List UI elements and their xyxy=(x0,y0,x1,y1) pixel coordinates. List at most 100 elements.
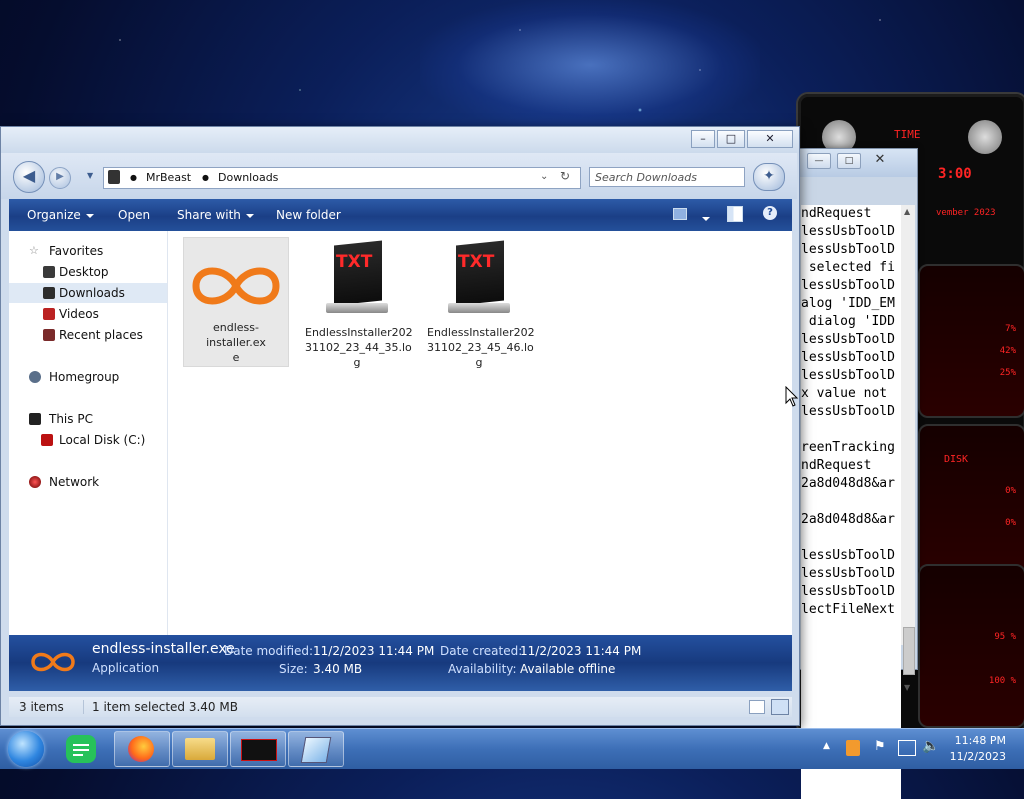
taskbar-firefox[interactable] xyxy=(114,731,170,767)
nav-favorites[interactable]: ☆ Favorites xyxy=(9,241,167,261)
large-icons-view-icon[interactable] xyxy=(771,699,789,715)
desktop-icon xyxy=(43,266,55,278)
disk-value: 0% xyxy=(1005,518,1016,528)
console-text: ndRequest lessUsbToolD lessUsbToolD sele… xyxy=(801,206,895,617)
command-bar: Organize Open Share with New folder ? xyxy=(9,199,792,231)
user-folder-icon xyxy=(108,170,120,184)
clock-date: 11/2/2023 xyxy=(949,750,1006,763)
network-icon xyxy=(29,476,41,488)
nav-local-disk-label: Local Disk (C:) xyxy=(59,433,146,447)
back-arrow-icon[interactable]: ◀ xyxy=(13,161,45,193)
nav-homegroup[interactable]: Homegroup xyxy=(9,367,167,387)
nav-recent-places[interactable]: Recent places xyxy=(9,325,167,345)
notes-app-icon[interactable] xyxy=(66,735,96,763)
nav-this-pc[interactable]: This PC xyxy=(9,409,167,429)
scroll-down-icon[interactable]: ▼ xyxy=(904,683,910,692)
txt-file-icon: TXT xyxy=(322,239,392,325)
console-scrollbar[interactable]: ▲ ▼ xyxy=(901,205,915,692)
refresh-icon[interactable]: ↻ xyxy=(560,169,570,183)
date-created-value: 11/2/2023 11:44 PM xyxy=(520,644,642,658)
minimize-button[interactable]: — xyxy=(807,153,831,169)
date-created-label: Date created: xyxy=(440,644,523,658)
breadcrumb-separator-icon: ● xyxy=(202,173,209,182)
gadget-time-label: TIME xyxy=(894,128,921,141)
chevron-down-icon xyxy=(245,213,254,218)
search-input[interactable]: Search Downloads xyxy=(589,167,745,187)
search-button-icon[interactable]: ✦ xyxy=(753,163,785,191)
address-dropdown-icon[interactable]: ⌄ xyxy=(540,171,548,182)
disk-panel: DISK 0% 0% xyxy=(918,424,1024,578)
console-titlebar[interactable]: — □ ✕ xyxy=(799,149,917,177)
console-window[interactable]: — □ ✕ ndRequest lessUsbToolD lessUsbTool… xyxy=(798,148,918,799)
file-item[interactable]: endless-installer.ex e xyxy=(183,237,289,367)
date-modified-label: Date modified: xyxy=(224,644,314,658)
minimize-button[interactable]: – xyxy=(691,130,715,148)
nav-desktop[interactable]: Desktop xyxy=(9,262,167,282)
forward-arrow-icon[interactable]: ▶ xyxy=(49,167,71,189)
firefox-icon xyxy=(128,736,154,762)
share-with-label: Share with xyxy=(177,208,241,222)
navigation-bar: ◀ ▶ ▼ ● MrBeast ● Downloads ⌄ ↻ Search D… xyxy=(1,153,797,199)
network-tray-icon[interactable] xyxy=(898,740,916,756)
folder-icon xyxy=(185,738,215,760)
view-options-dropdown[interactable] xyxy=(697,211,710,225)
console-output: ndRequest lessUsbToolD lessUsbToolD sele… xyxy=(801,205,901,799)
share-with-button[interactable]: Share with xyxy=(177,208,254,222)
breadcrumb-mrbeast[interactable]: MrBeast xyxy=(146,171,191,184)
item-count: 3 items xyxy=(19,700,64,714)
open-button[interactable]: Open xyxy=(118,208,150,222)
disk-value: 0% xyxy=(1005,486,1016,496)
close-button[interactable]: ✕ xyxy=(747,130,793,148)
help-icon[interactable]: ? xyxy=(763,206,777,220)
system-clock[interactable]: 11:48 PM 11/2/2023 xyxy=(950,733,1006,765)
file-name-line: endless-installer.ex xyxy=(206,321,266,349)
start-button[interactable] xyxy=(8,731,44,767)
change-view-icon[interactable] xyxy=(673,208,687,220)
videos-icon xyxy=(43,308,55,320)
hard-drive-icon xyxy=(41,434,53,446)
file-item[interactable]: TXT EndlessInstaller202 31102_23_45_46.l… xyxy=(427,239,535,370)
mouse-cursor-icon xyxy=(785,386,799,407)
maximize-button[interactable]: □ xyxy=(717,130,745,148)
date-modified-value: 11/2/2023 11:44 PM xyxy=(313,644,435,658)
availability-value: Available offline xyxy=(520,662,616,676)
organize-button[interactable]: Organize xyxy=(27,208,94,222)
recent-pages-chevron-icon[interactable]: ▼ xyxy=(87,171,93,180)
taskbar-app[interactable] xyxy=(230,731,286,767)
explorer-titlebar[interactable]: – □ ✕ xyxy=(1,127,799,153)
breadcrumb-downloads[interactable]: Downloads xyxy=(218,171,278,184)
nav-this-pc-label: This PC xyxy=(49,412,93,426)
nav-downloads[interactable]: Downloads xyxy=(9,283,167,303)
explorer-window[interactable]: – □ ✕ ◀ ▶ ▼ ● MrBeast ● Downloads ⌄ ↻ Se… xyxy=(0,126,800,726)
nav-network[interactable]: Network xyxy=(9,472,167,492)
maximize-button[interactable]: □ xyxy=(837,153,861,169)
desktop-nebula xyxy=(420,0,760,130)
taskbar-notepad[interactable] xyxy=(288,731,344,767)
taskbar-explorer[interactable] xyxy=(172,731,228,767)
cpu-panel: 7% 42% 25% xyxy=(918,264,1024,418)
details-view-icon[interactable] xyxy=(749,700,765,714)
tray-app-icon[interactable] xyxy=(846,740,860,756)
nav-recent-places-label: Recent places xyxy=(59,328,143,342)
file-item[interactable]: TXT EndlessInstaller202 31102_23_44_35.l… xyxy=(305,239,413,370)
preview-pane-icon[interactable] xyxy=(727,206,743,222)
file-name-line: g xyxy=(475,356,483,369)
close-button[interactable]: ✕ xyxy=(869,153,891,167)
cpu-core-value: 42% xyxy=(999,346,1016,356)
scroll-thumb[interactable] xyxy=(903,627,915,675)
chevron-down-icon xyxy=(85,213,94,218)
action-center-flag-icon[interactable]: ⚑ xyxy=(874,739,886,754)
organize-label: Organize xyxy=(27,208,81,222)
new-folder-button[interactable]: New folder xyxy=(276,208,341,222)
nav-local-disk[interactable]: Local Disk (C:) xyxy=(9,430,167,450)
size-label: Size: xyxy=(279,662,308,676)
volume-icon[interactable]: 🔈 xyxy=(922,738,939,754)
selection-info: 1 item selected 3.40 MB xyxy=(83,700,238,714)
scroll-up-icon[interactable]: ▲ xyxy=(904,207,910,216)
endless-infinity-icon xyxy=(192,267,280,305)
clock-time: 11:48 PM xyxy=(954,734,1006,747)
nav-videos[interactable]: Videos xyxy=(9,304,167,324)
disk-label: DISK xyxy=(944,454,969,465)
show-hidden-icons-icon[interactable]: ▲ xyxy=(823,741,830,751)
address-bar[interactable]: ● MrBeast ● Downloads ⌄ ↻ xyxy=(103,167,581,189)
